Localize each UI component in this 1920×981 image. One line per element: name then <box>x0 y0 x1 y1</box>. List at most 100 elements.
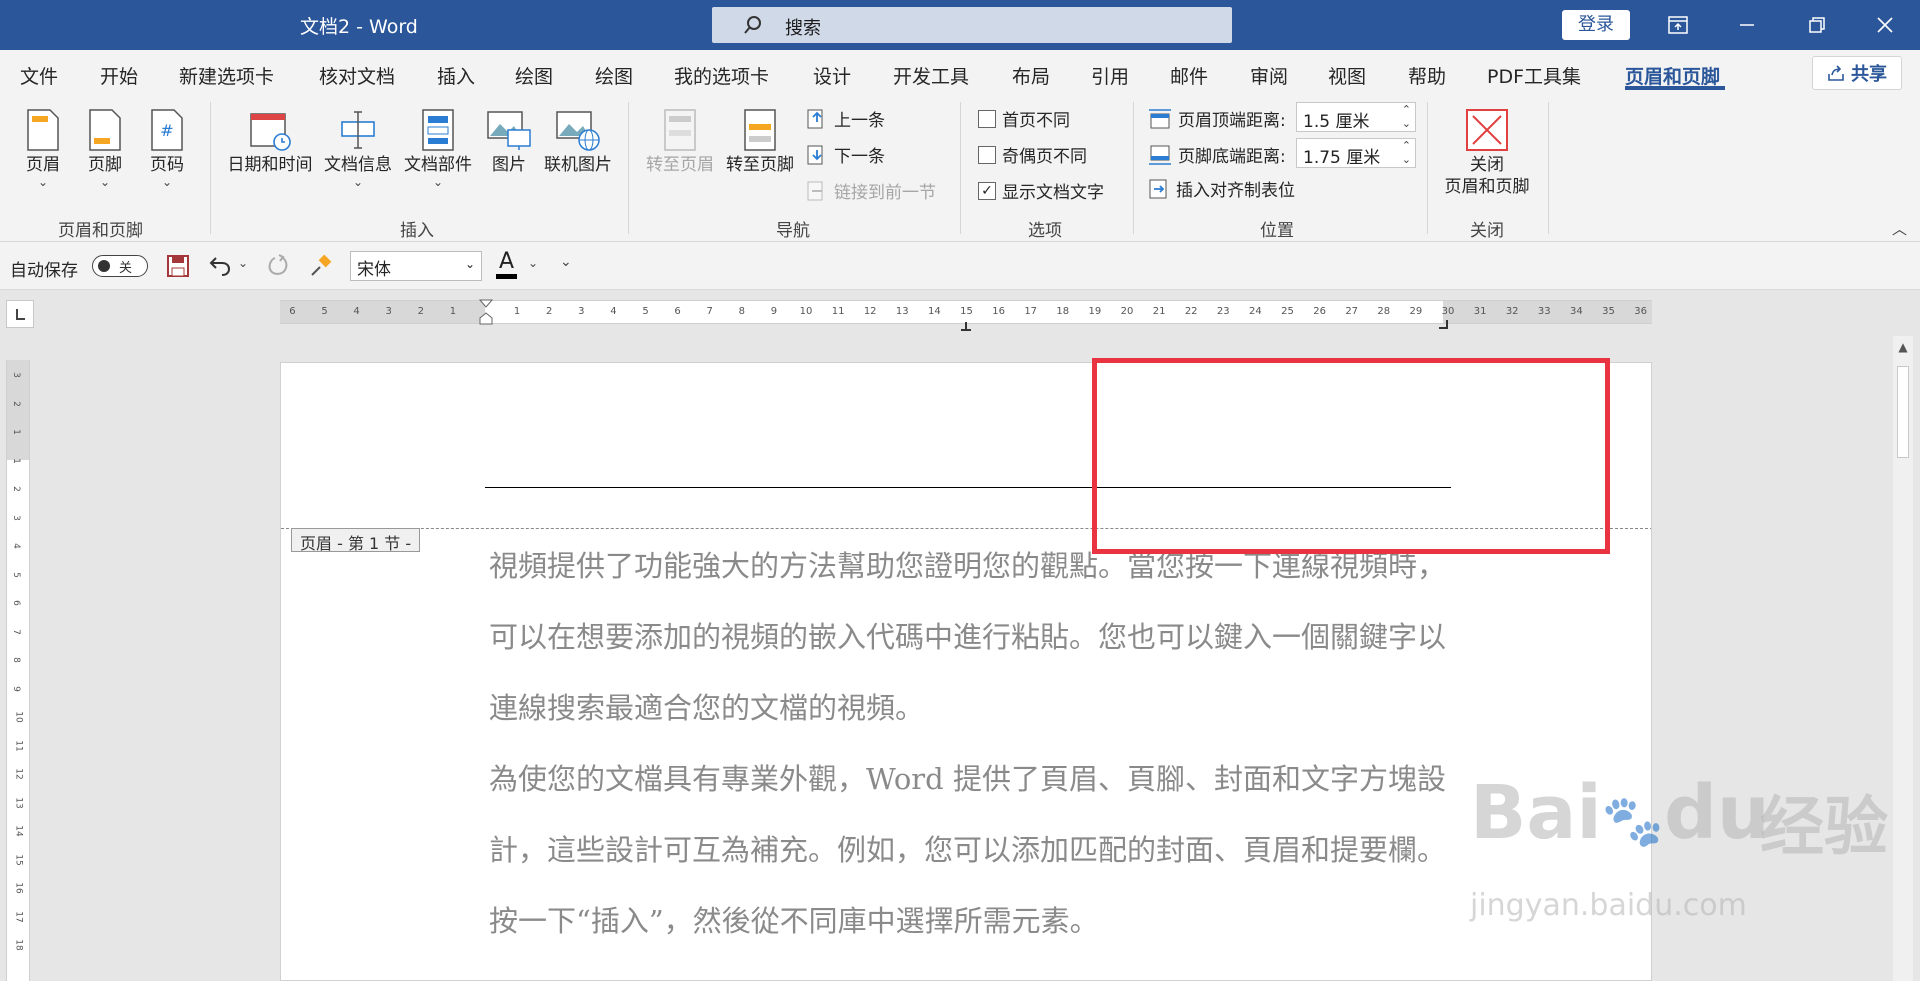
body-paragraph-2[interactable]: 為使您的文檔具有專業外觀，Word 提供了頁眉、頁腳、封面和文字方塊設計，這些設… <box>489 744 1453 957</box>
tab-home[interactable]: 开始 <box>100 62 138 89</box>
link-previous-button[interactable]: 链接到前一节 <box>806 178 936 203</box>
first-line-indent-marker[interactable] <box>478 299 494 329</box>
different-first-page-checkbox[interactable] <box>978 109 996 128</box>
close-header-footer-button[interactable]: 关闭 页眉和页脚 <box>1434 104 1540 198</box>
goto-footer-button[interactable]: 转至页脚 <box>722 104 798 176</box>
tab-design[interactable]: 设计 <box>813 62 851 89</box>
left-tab-icon <box>16 309 25 320</box>
tab-pdf-tools[interactable]: PDF工具集 <box>1487 62 1581 89</box>
vertical-ruler-number: 12 <box>13 768 24 780</box>
horizontal-ruler[interactable]: 6 5 4 3 2 1 1 2 3 4 5 6 7 8 9 10 11 12 13 14 15 16 17 18 19 20 21 2… <box>280 299 1652 331</box>
tab-draw-1[interactable]: 绘图 <box>515 62 553 89</box>
vertical-ruler-number: 2 <box>10 486 21 492</box>
page-number-button[interactable]: # 页码 ⌄ <box>142 104 192 188</box>
tab-insert[interactable]: 插入 <box>437 62 475 89</box>
header-top-distance-input[interactable]: 1.5 厘米 ⌃ ⌄ <box>1296 102 1416 132</box>
ruler-number: 17 <box>1024 306 1038 317</box>
format-painter-icon[interactable] <box>308 253 334 283</box>
font-color-button[interactable]: A <box>496 250 518 279</box>
header-button[interactable]: 页眉 ⌄ <box>18 104 68 188</box>
show-document-text-checkbox[interactable]: ✓ <box>978 181 996 200</box>
tab-proofread[interactable]: 核对文档 <box>319 62 395 89</box>
close-label-line1: 关闭 <box>1470 155 1504 175</box>
restore-button[interactable] <box>1782 0 1852 50</box>
tab-developer[interactable]: 开发工具 <box>893 62 969 89</box>
tab-file[interactable]: 文件 <box>20 62 58 89</box>
body-paragraph-1[interactable]: 視頻提供了功能強大的方法幫助您證明您的觀點。當您按一下連線視頻時，可以在想要添加… <box>489 531 1453 744</box>
alignment-tab-icon <box>1149 179 1167 198</box>
close-x-icon <box>1466 109 1508 151</box>
spinner-arrows-icon[interactable]: ⌃ ⌄ <box>1402 139 1411 167</box>
tab-mailings[interactable]: 邮件 <box>1170 62 1208 89</box>
right-tab-marker[interactable] <box>1437 315 1449 334</box>
title-bar: 文档2 - Word 搜索 登录 <box>0 0 1920 50</box>
search-box[interactable]: 搜索 <box>712 7 1232 43</box>
datetime-button[interactable]: 日期和时间 <box>224 104 316 176</box>
page-number-label: 页码 <box>150 155 184 175</box>
customize-qat-icon[interactable]: ⌄ <box>560 254 572 270</box>
ruler-number: 6 <box>289 306 296 317</box>
redo-icon[interactable] <box>266 254 290 282</box>
ruler-number: 4 <box>610 306 617 317</box>
vertical-ruler-number: 1 <box>10 457 21 464</box>
tab-header-footer[interactable]: 页眉和页脚 <box>1625 62 1720 89</box>
tab-selector[interactable] <box>6 300 34 328</box>
tab-review[interactable]: 审阅 <box>1250 62 1288 89</box>
previous-button[interactable]: 上一条 <box>806 106 885 131</box>
vertical-ruler[interactable]: 3 2 1 1 2 3 4 5 6 7 8 9 10 11 12 13 14 15 16 17 18 <box>6 360 30 981</box>
footer-button[interactable]: 页脚 ⌄ <box>80 104 130 188</box>
picture-monitor-icon <box>487 111 531 150</box>
quick-parts-button[interactable]: 文档部件 ⌄ <box>400 104 476 188</box>
show-document-text-option[interactable]: ✓ 显示文档文字 <box>978 178 1104 203</box>
tab-layout[interactable]: 布局 <box>1012 62 1050 89</box>
header-label: 页眉 <box>26 155 60 175</box>
next-button[interactable]: 下一条 <box>806 142 885 167</box>
group-label-options: 选项 <box>1028 221 1062 241</box>
footer-bottom-distance-row: 页脚底端距离: <box>1148 142 1286 167</box>
save-icon[interactable] <box>166 254 190 282</box>
picture-button[interactable]: 图片 <box>484 104 534 176</box>
font-color-dropdown-icon[interactable]: ⌄ <box>528 256 538 270</box>
vertical-ruler-number: 16 <box>13 882 24 894</box>
collapse-ribbon-icon[interactable]: ︿ <box>1892 218 1907 239</box>
minimize-button[interactable] <box>1712 0 1782 50</box>
group-separator <box>1548 102 1549 234</box>
tab-draw-2[interactable]: 绘图 <box>595 62 633 89</box>
vertical-ruler-number: 13 <box>13 796 24 809</box>
share-button[interactable]: 共享 <box>1812 56 1902 90</box>
scroll-thumb[interactable] <box>1897 366 1909 458</box>
ribbon-display-button[interactable] <box>1643 0 1713 50</box>
toggle-knob <box>98 260 110 272</box>
tab-references[interactable]: 引用 <box>1091 62 1129 89</box>
tab-help[interactable]: 帮助 <box>1408 62 1446 89</box>
ruler-number: 19 <box>1088 306 1102 317</box>
spinner-arrows-icon[interactable]: ⌃ ⌄ <box>1402 103 1411 131</box>
arrow-up-icon <box>807 109 823 128</box>
undo-icon[interactable] <box>208 254 234 282</box>
different-odd-even-checkbox[interactable] <box>978 145 996 164</box>
font-name-select[interactable]: 宋体 ⌄ <box>350 251 482 281</box>
document-info-button[interactable]: 文档信息 ⌄ <box>320 104 396 188</box>
different-first-page-option[interactable]: 首页不同 <box>978 106 1070 131</box>
vertical-ruler-number: 3 <box>10 372 21 378</box>
tab-new-tab[interactable]: 新建选项卡 <box>179 62 274 89</box>
tab-view[interactable]: 视图 <box>1328 62 1366 89</box>
goto-footer-label: 转至页脚 <box>726 155 794 175</box>
goto-header-button[interactable]: 转至页眉 <box>642 104 718 176</box>
online-picture-button[interactable]: 联机图片 <box>540 104 616 176</box>
tab-my-tab[interactable]: 我的选项卡 <box>674 62 769 89</box>
center-tab-marker[interactable] <box>960 317 972 336</box>
login-button[interactable]: 登录 <box>1562 10 1630 40</box>
ruler-number: 1 <box>513 306 521 317</box>
autosave-toggle[interactable]: 关 <box>92 255 148 277</box>
scroll-up-arrow-icon[interactable]: ▲ <box>1893 336 1913 358</box>
goto-header-icon <box>664 109 696 151</box>
undo-dropdown-icon[interactable]: ⌄ <box>238 256 248 270</box>
different-odd-even-option[interactable]: 奇偶页不同 <box>978 142 1087 167</box>
quick-parts-icon <box>422 109 454 151</box>
insert-alignment-tab-button[interactable]: 插入对齐制表位 <box>1148 176 1295 201</box>
ruler-number: 3 <box>578 306 585 317</box>
close-window-button[interactable] <box>1850 0 1920 50</box>
word-window: 文档2 - Word 搜索 登录 文件 开始 新建选项卡 核对文档 插入 绘图 … <box>0 0 1920 981</box>
footer-bottom-distance-input[interactable]: 1.75 厘米 ⌃ ⌄ <box>1296 138 1416 168</box>
